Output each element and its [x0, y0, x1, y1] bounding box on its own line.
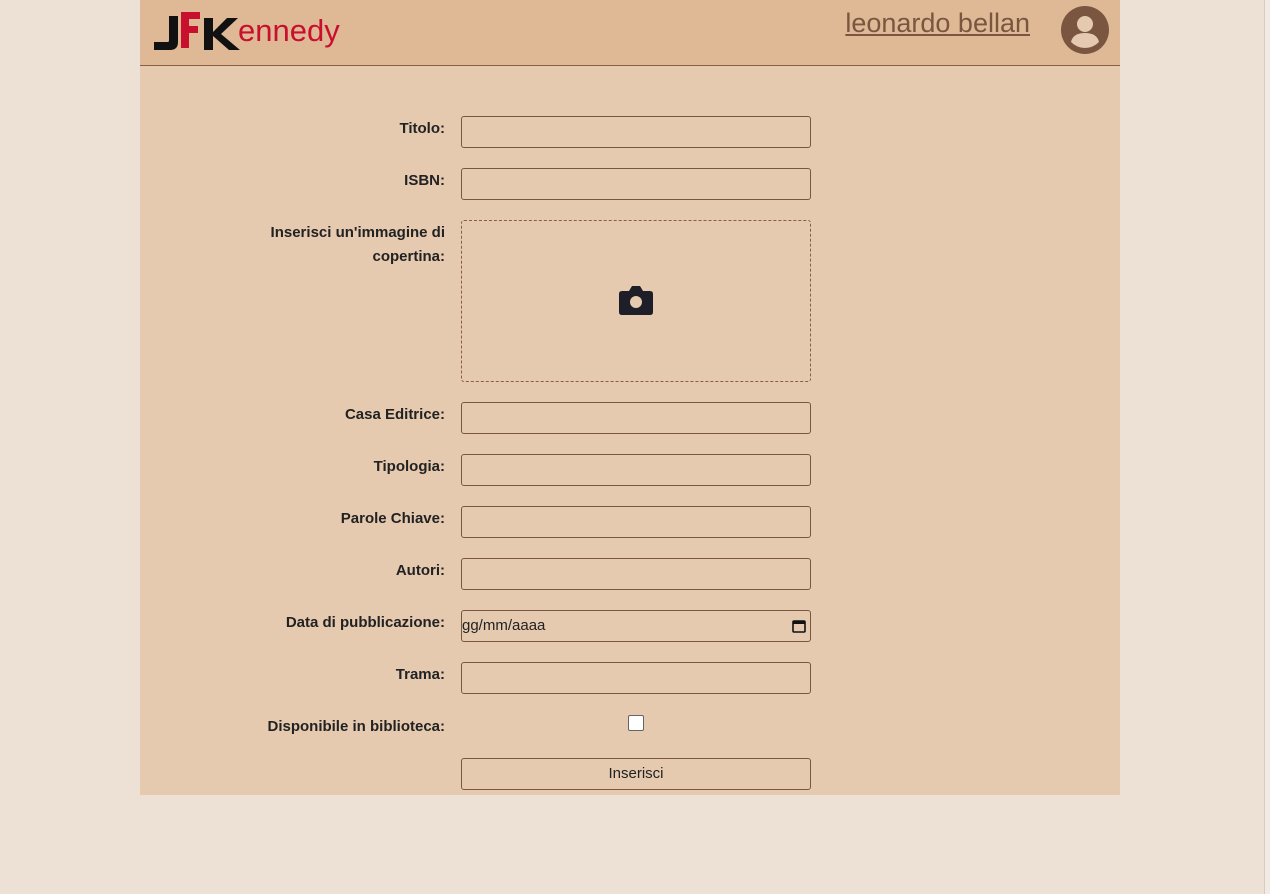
- label-titolo: Titolo:: [399, 120, 445, 137]
- titolo-input[interactable]: [461, 116, 811, 148]
- trama-input[interactable]: [461, 662, 811, 694]
- parole-chiave-input[interactable]: [461, 506, 811, 538]
- autori-input[interactable]: [461, 558, 811, 590]
- label-tipologia: Tipologia:: [373, 458, 445, 475]
- cover-image-upload[interactable]: [461, 220, 811, 382]
- date-placeholder: gg/mm/aaaa: [462, 617, 546, 634]
- label-data-pubblicazione: Data di pubblicazione:: [285, 614, 445, 631]
- label-parole-chiave: Parole Chiave:: [340, 510, 445, 527]
- inserisci-button[interactable]: Inserisci: [461, 758, 811, 790]
- scrollbar[interactable]: [1264, 0, 1270, 894]
- header-bar: ennedy leonardo bellan: [140, 0, 1120, 66]
- label-casa-editrice: Casa Editrice:: [344, 406, 445, 423]
- disponibile-checkbox[interactable]: [628, 715, 644, 731]
- calendar-icon[interactable]: [792, 619, 806, 633]
- isbn-input[interactable]: [461, 168, 811, 200]
- tipologia-input[interactable]: [461, 454, 811, 486]
- svg-text:ennedy: ennedy: [238, 13, 340, 48]
- camera-icon: [619, 286, 653, 315]
- user-name-link[interactable]: leonardo bellan: [845, 8, 1030, 39]
- user-avatar-icon[interactable]: [1061, 6, 1109, 54]
- label-cover-image: Inserisci un'immagine di copertina:: [270, 224, 445, 265]
- data-pubblicazione-input[interactable]: gg/mm/aaaa: [461, 610, 811, 642]
- label-autori: Autori:: [395, 562, 445, 579]
- label-isbn: ISBN:: [404, 172, 445, 189]
- casa-editrice-input[interactable]: [461, 402, 811, 434]
- jfkennedy-logo[interactable]: ennedy: [152, 8, 347, 54]
- label-disponibile: Disponibile in biblioteca:: [267, 718, 445, 735]
- main-container: ennedy leonardo bellan Titolo: ISBN: Ins…: [140, 0, 1120, 795]
- label-trama: Trama:: [395, 666, 445, 683]
